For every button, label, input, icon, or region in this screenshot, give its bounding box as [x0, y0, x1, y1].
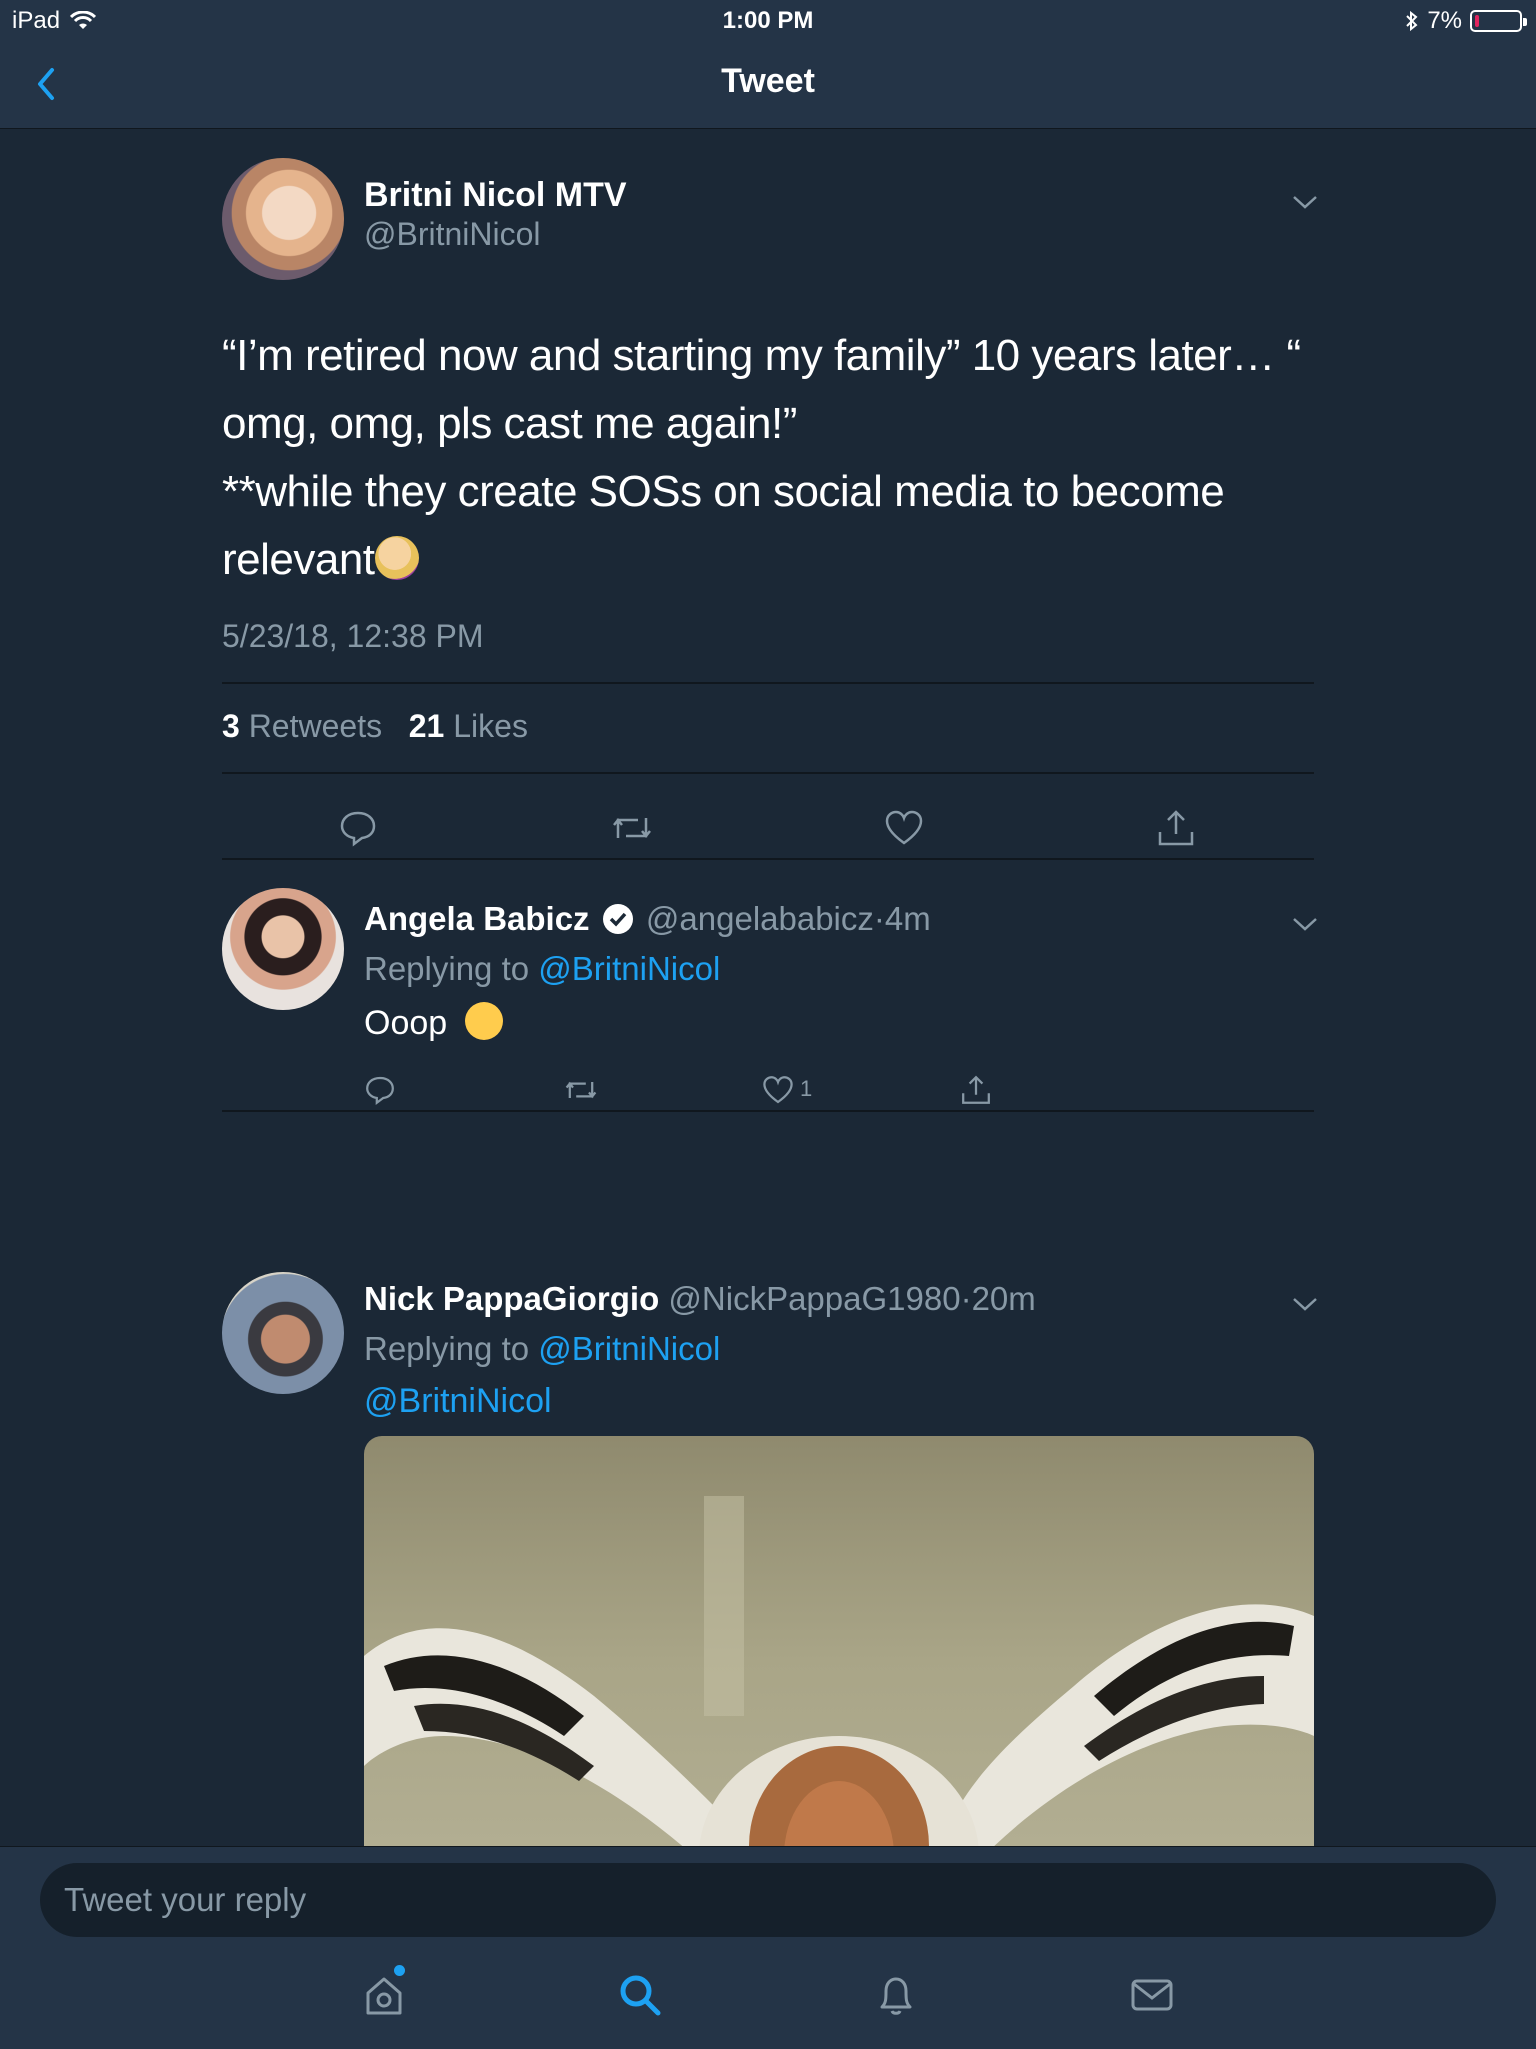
retweet-icon[interactable]	[610, 808, 654, 848]
status-bar: iPad 1:00 PM 7%	[0, 0, 1536, 40]
share-icon[interactable]	[960, 1074, 992, 1106]
tweet-timestamp: 5/23/18, 12:38 PM	[222, 618, 484, 654]
reply-header: Nick PappaGiorgio @NickPappaG1980·20m	[364, 1280, 1036, 1318]
share-icon[interactable]	[1156, 808, 1196, 848]
like-count[interactable]: 21	[409, 708, 445, 744]
replying-to: Replying to @BritniNicol	[364, 1330, 720, 1368]
retweet-count[interactable]: 3	[222, 708, 240, 744]
replying-to-prefix: Replying to	[364, 1330, 530, 1367]
retweet-icon[interactable]	[562, 1074, 600, 1106]
avatar[interactable]	[222, 888, 344, 1010]
reply-header: Angela Babicz @angelababicz·4m	[364, 900, 931, 938]
retweet-label[interactable]: Retweets	[249, 708, 382, 744]
reply-media-image[interactable]	[364, 1436, 1314, 1846]
separator: ·	[873, 900, 885, 937]
reply-text[interactable]: @BritniNicol	[364, 1382, 552, 1421]
reply-author-name[interactable]: Angela Babicz	[364, 900, 590, 937]
reply-like-count: 1	[800, 1076, 813, 1101]
reply-icon[interactable]	[364, 1074, 396, 1106]
status-time: 1:00 PM	[722, 7, 814, 34]
replying-to-link[interactable]: @BritniNicol	[538, 950, 720, 987]
upside-down-face-emoji-icon	[464, 1002, 503, 1040]
divider	[222, 772, 1314, 774]
avatar[interactable]	[222, 1272, 344, 1394]
battery-percent: 7%	[1427, 7, 1462, 34]
reply-time: 4m	[884, 900, 931, 937]
bottom-bar	[0, 1846, 1536, 2049]
home-icon[interactable]	[360, 1971, 408, 2019]
notifications-icon[interactable]	[872, 1971, 920, 2019]
search-icon[interactable]	[616, 1971, 664, 2019]
reply-author-handle[interactable]: @NickPappaG1980	[668, 1280, 960, 1317]
avatar[interactable]	[222, 158, 344, 280]
replying-to-link[interactable]: @BritniNicol	[538, 1330, 720, 1367]
like-icon[interactable]	[762, 1074, 794, 1106]
unread-dot	[394, 1965, 405, 1976]
bluetooth-icon	[1406, 10, 1418, 32]
page-title: Tweet	[721, 62, 815, 100]
divider	[222, 682, 1314, 684]
reply-author-handle[interactable]: @angelababicz	[646, 900, 874, 937]
reply-author-name[interactable]: Nick PappaGiorgio	[364, 1280, 659, 1317]
like-icon[interactable]	[884, 808, 924, 848]
replying-to: Replying to @BritniNicol	[364, 950, 720, 988]
reply-input[interactable]	[40, 1863, 1496, 1937]
reply-icon[interactable]	[338, 808, 378, 848]
chevron-down-icon[interactable]	[1292, 1296, 1318, 1312]
author-handle[interactable]: @BritniNicol	[364, 216, 541, 253]
tweet-stats: 3 Retweets 21 Likes	[222, 708, 528, 745]
reply-text-body: Ooop	[364, 1004, 448, 1042]
reply-time: 20m	[971, 1280, 1036, 1317]
chevron-down-icon[interactable]	[1292, 194, 1318, 210]
reply-tweet[interactable]: Angela Babicz @angelababicz·4m Replying …	[222, 858, 1317, 1112]
like-label[interactable]: Likes	[453, 708, 528, 744]
battery-icon	[1470, 10, 1527, 32]
verified-badge-icon	[602, 904, 633, 934]
tweet-text: “I’m retired now and starting my family”…	[222, 322, 1314, 594]
chevron-down-icon[interactable]	[1292, 916, 1318, 932]
messages-icon[interactable]	[1128, 1971, 1176, 2019]
woman-facepalming-emoji-icon	[374, 536, 419, 580]
author-name[interactable]: Britni Nicol MTV	[364, 176, 627, 215]
antelope-ears-image	[364, 1496, 1314, 1846]
tweet-detail: Britni Nicol MTV @BritniNicol “I’m retir…	[0, 128, 1536, 1846]
reply-text: Ooop	[364, 1002, 503, 1043]
replying-to-prefix: Replying to	[364, 950, 530, 987]
separator: ·	[960, 1280, 972, 1317]
navigation-bar: Tweet	[0, 40, 1536, 129]
